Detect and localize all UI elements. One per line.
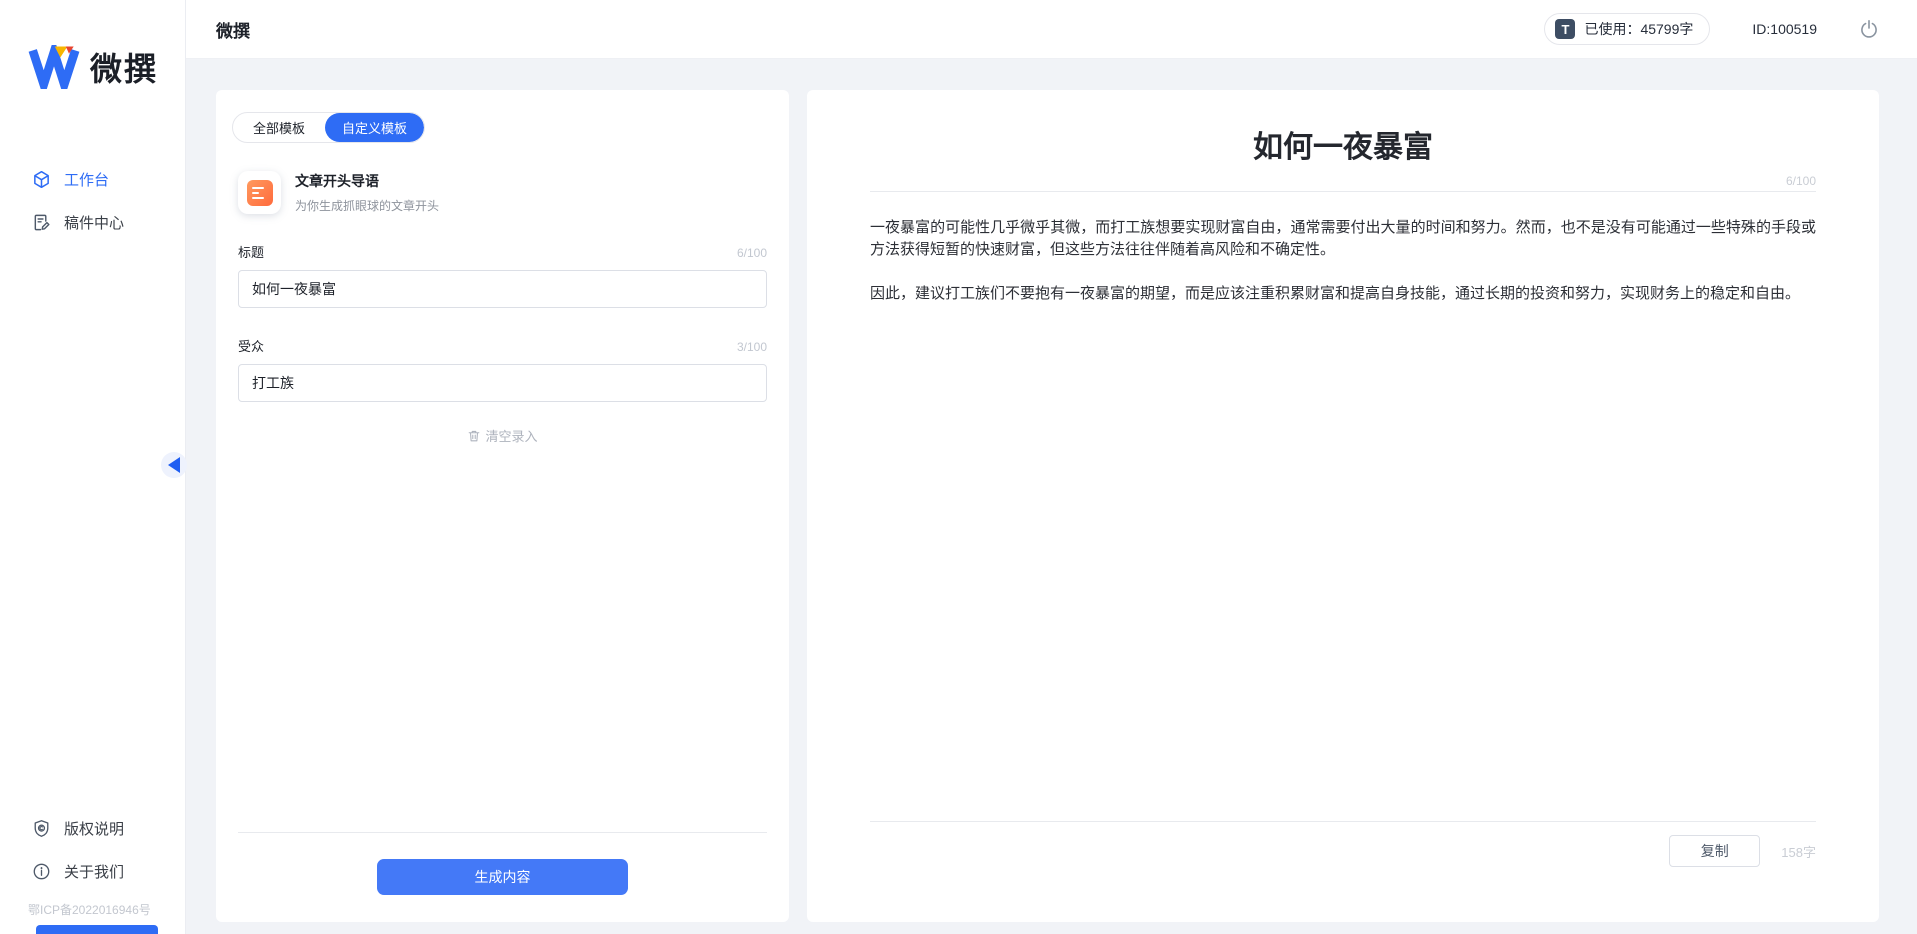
result-title-counter: 6/100 xyxy=(1785,174,1816,188)
result-paragraph: 一夜暴富的可能性几乎微乎其微，而打工族想要实现财富自由，通常需要付出大量的时间和… xyxy=(870,219,1816,258)
clear-inputs-label: 清空录入 xyxy=(485,429,538,444)
audience-field-counter: 3/100 xyxy=(736,340,767,354)
sidebar-item-about[interactable]: 关于我们 xyxy=(0,850,185,893)
drafts-icon xyxy=(32,213,51,232)
tab-custom-templates[interactable]: 自定义模板 xyxy=(325,113,425,142)
template-subtitle: 为你生成抓眼球的文章开头 xyxy=(295,199,440,213)
tab-all-templates[interactable]: 全部模板 xyxy=(233,113,325,142)
audience-input[interactable] xyxy=(238,364,767,402)
result-body[interactable]: 一夜暴富的可能性几乎微乎其微，而打工族想要实现财富自由，通常需要付出大量的时间和… xyxy=(870,217,1816,327)
audience-field-group: 受众 3/100 xyxy=(238,336,767,402)
sidebar-item-label: 版权说明 xyxy=(64,821,125,838)
sidebar-item-label: 工作台 xyxy=(64,172,110,189)
app-root: 微撰 工作台 稿件中心 版权说明 关于我们 鄂ICP备2022016946号 微… xyxy=(0,0,1917,934)
template-title: 文章开头导语 xyxy=(295,173,379,189)
topbar: 微撰 T 已使用：45799字 ID:100519 xyxy=(186,0,1917,59)
result-paragraph: 因此，建议打工族们不要抱有一夜暴富的期望，而是应该注重积累财富和提高自身技能，通… xyxy=(870,285,1801,302)
sidebar: 微撰 工作台 稿件中心 版权说明 关于我们 鄂ICP备2022016946号 xyxy=(0,0,187,934)
clear-inputs-button[interactable]: 清空录入 xyxy=(238,426,767,445)
generate-area: 生成内容 xyxy=(238,832,767,922)
bottom-left-widget[interactable] xyxy=(36,925,158,934)
brand-name: 微撰 xyxy=(90,51,159,87)
template-form-panel: 全部模板 自定义模板 文章开头导语 为你生成抓眼球的文章开头 标题 6/100 … xyxy=(216,90,789,922)
usage-counter-pill[interactable]: T 已使用：45799字 xyxy=(1544,13,1711,45)
sidebar-footer: 版权说明 关于我们 鄂ICP备2022016946号 xyxy=(0,807,185,934)
sidebar-item-workbench[interactable]: 工作台 xyxy=(0,158,185,201)
result-panel: 如何一夜暴富 6/100 一夜暴富的可能性几乎微乎其微，而打工族想要实现财富自由… xyxy=(807,90,1879,922)
article-doc-icon xyxy=(238,171,281,214)
title-field-group: 标题 6/100 xyxy=(238,242,767,308)
brand-w-icon xyxy=(28,45,80,89)
power-icon[interactable] xyxy=(1859,19,1879,39)
info-icon xyxy=(32,862,51,881)
copyright-shield-icon xyxy=(32,819,51,838)
user-id: ID:100519 xyxy=(1752,21,1817,37)
sidebar-item-copyright[interactable]: 版权说明 xyxy=(0,807,185,850)
sidebar-collapse-button[interactable] xyxy=(161,452,187,478)
result-title: 如何一夜暴富 xyxy=(1253,131,1433,164)
generate-content-button[interactable]: 生成内容 xyxy=(377,859,628,895)
template-card-text: 文章开头导语 为你生成抓眼球的文章开头 xyxy=(295,171,439,214)
audience-field-label: 受众 xyxy=(238,339,265,354)
title-field-counter: 6/100 xyxy=(736,246,767,260)
usage-text: 已使用：45799字 xyxy=(1584,21,1694,37)
sidebar-nav: 工作台 稿件中心 xyxy=(0,158,185,244)
word-count: 158字 xyxy=(1781,844,1816,860)
page-title: 微撰 xyxy=(216,21,250,41)
main-area: 微撰 T 已使用：45799字 ID:100519 全部模板 自定义模板 文章开… xyxy=(186,0,1917,934)
copy-button[interactable]: 复制 xyxy=(1669,835,1761,867)
text-usage-icon: T xyxy=(1555,19,1576,39)
sidebar-item-label: 关于我们 xyxy=(64,864,125,881)
template-tabs: 全部模板 自定义模板 xyxy=(232,112,426,143)
sidebar-item-label: 稿件中心 xyxy=(64,215,125,232)
topbar-right: T 已使用：45799字 ID:100519 xyxy=(1544,13,1879,45)
trash-icon xyxy=(467,429,481,443)
brand-logo: 微撰 xyxy=(28,44,185,90)
content: 全部模板 自定义模板 文章开头导语 为你生成抓眼球的文章开头 标题 6/100 … xyxy=(186,59,1917,934)
title-input[interactable] xyxy=(238,270,767,308)
sidebar-item-drafts[interactable]: 稿件中心 xyxy=(0,201,185,244)
title-field-label: 标题 xyxy=(238,245,265,260)
icp-license: 鄂ICP备2022016946号 xyxy=(28,903,151,917)
result-footer: 复制 158字 xyxy=(870,821,1816,867)
workbench-icon xyxy=(32,170,51,189)
template-card[interactable]: 文章开头导语 为你生成抓眼球的文章开头 xyxy=(238,171,767,214)
result-title-divider xyxy=(870,191,1816,192)
chevron-left-icon xyxy=(168,457,180,473)
